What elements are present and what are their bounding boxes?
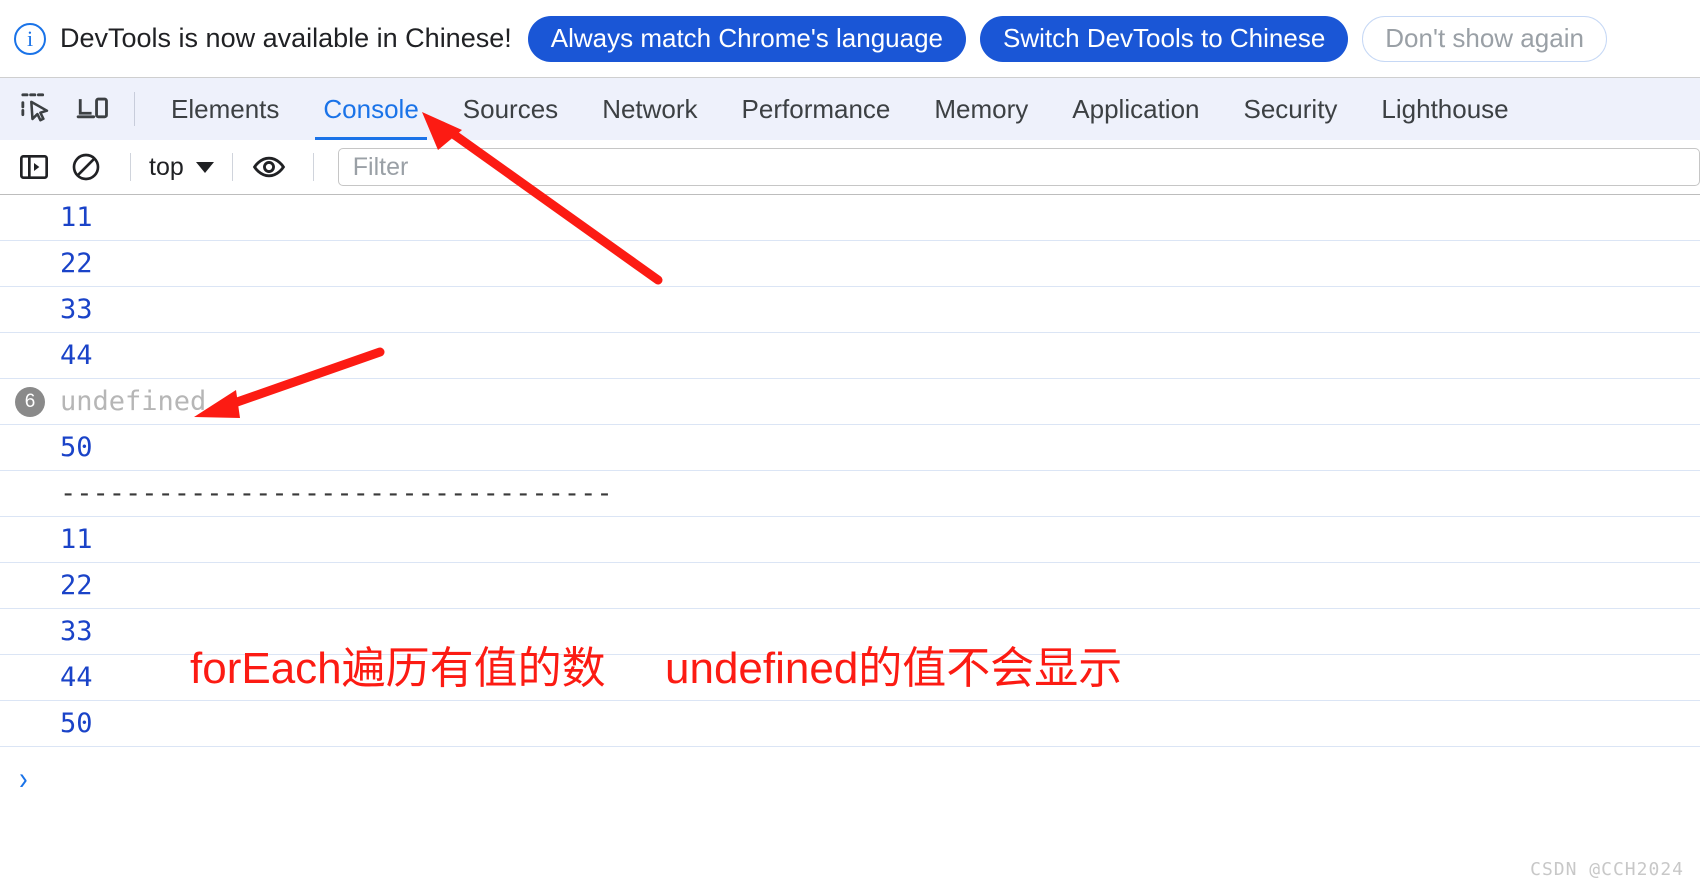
switch-to-chinese-button[interactable]: Switch DevTools to Chinese (980, 15, 1349, 62)
console-prompt-row[interactable]: › (0, 747, 1700, 809)
tab-network[interactable]: Network (580, 78, 719, 140)
console-toolbar-divider-2 (231, 153, 233, 181)
language-infobar: i DevTools is now available in Chinese! … (0, 0, 1700, 78)
console-row-1[interactable]: 11 (0, 195, 1700, 241)
info-circle-icon: i (14, 22, 46, 55)
device-toolbar-icon[interactable] (70, 86, 116, 132)
tab-application[interactable]: Application (1050, 78, 1221, 140)
tab-security[interactable]: Security (1222, 78, 1360, 140)
console-row-text: 22 (60, 570, 93, 601)
console-row-text: 44 (60, 340, 93, 371)
console-row-6[interactable]: 50 (0, 425, 1700, 471)
console-row-2[interactable]: 22 (0, 241, 1700, 287)
infobar-message: DevTools is now available in Chinese! (60, 23, 512, 53)
console-sidebar-icon[interactable] (12, 145, 56, 189)
devtools-tabstrip: Elements Console Sources Network Perform… (0, 78, 1700, 140)
execution-context-label: top (149, 152, 184, 181)
console-row-text: 44 (60, 662, 93, 693)
console-row-9[interactable]: 22 (0, 563, 1700, 609)
console-row-text: 50 (60, 432, 93, 463)
console-row-5-undefined[interactable]: 6 undefined (0, 379, 1700, 425)
console-row-11[interactable]: 44 (0, 655, 1700, 701)
console-toolbar-divider-3 (312, 153, 314, 181)
watermark: CSDN @CCH2024 (1530, 859, 1684, 880)
console-row-12[interactable]: 50 (0, 701, 1700, 747)
tab-lighthouse[interactable]: Lighthouse (1359, 78, 1530, 140)
tab-memory[interactable]: Memory (912, 78, 1050, 140)
tab-console[interactable]: Console (301, 78, 440, 140)
console-row-10[interactable]: 33 (0, 609, 1700, 655)
console-row-text: 50 (60, 708, 93, 739)
tab-elements[interactable]: Elements (149, 78, 301, 140)
live-expression-eye-icon[interactable] (247, 145, 291, 189)
chevron-down-icon (195, 161, 214, 173)
badge-slot: 6 (0, 386, 60, 417)
inspect-element-icon[interactable] (14, 86, 60, 132)
console-row-3[interactable]: 33 (0, 287, 1700, 333)
console-row-7-separator[interactable]: ---------------------------------- (0, 471, 1700, 517)
prompt-chevron-icon: › (19, 759, 28, 796)
execution-context-select[interactable]: top (145, 153, 218, 182)
console-row-text: ---------------------------------- (60, 478, 613, 509)
console-row-text: 22 (60, 248, 93, 279)
console-row-text: 11 (60, 524, 93, 555)
console-row-4[interactable]: 44 (0, 333, 1700, 379)
console-toolbar-divider-1 (130, 153, 131, 181)
always-match-language-button[interactable]: Always match Chrome's language (527, 15, 967, 62)
filter-input[interactable] (350, 151, 1687, 183)
clear-console-icon[interactable] (64, 145, 108, 189)
console-row-8[interactable]: 11 (0, 517, 1700, 563)
tabstrip-divider (134, 92, 135, 126)
repeat-count-badge: 6 (15, 386, 45, 417)
console-row-text: 33 (60, 294, 93, 325)
console-toolbar: top (0, 140, 1700, 195)
console-row-text: 33 (60, 616, 93, 647)
console-row-text: 11 (60, 202, 93, 233)
filter-input-wrapper[interactable] (337, 148, 1700, 186)
dont-show-again-button[interactable]: Don't show again (1362, 15, 1607, 62)
console-log-area[interactable]: 11 22 33 44 6 undefined 50 -------------… (0, 195, 1700, 845)
tab-sources[interactable]: Sources (441, 78, 580, 140)
devtools-window: i DevTools is now available in Chinese! … (0, 0, 1700, 890)
tab-performance[interactable]: Performance (720, 78, 913, 140)
console-row-text: undefined (60, 386, 207, 417)
